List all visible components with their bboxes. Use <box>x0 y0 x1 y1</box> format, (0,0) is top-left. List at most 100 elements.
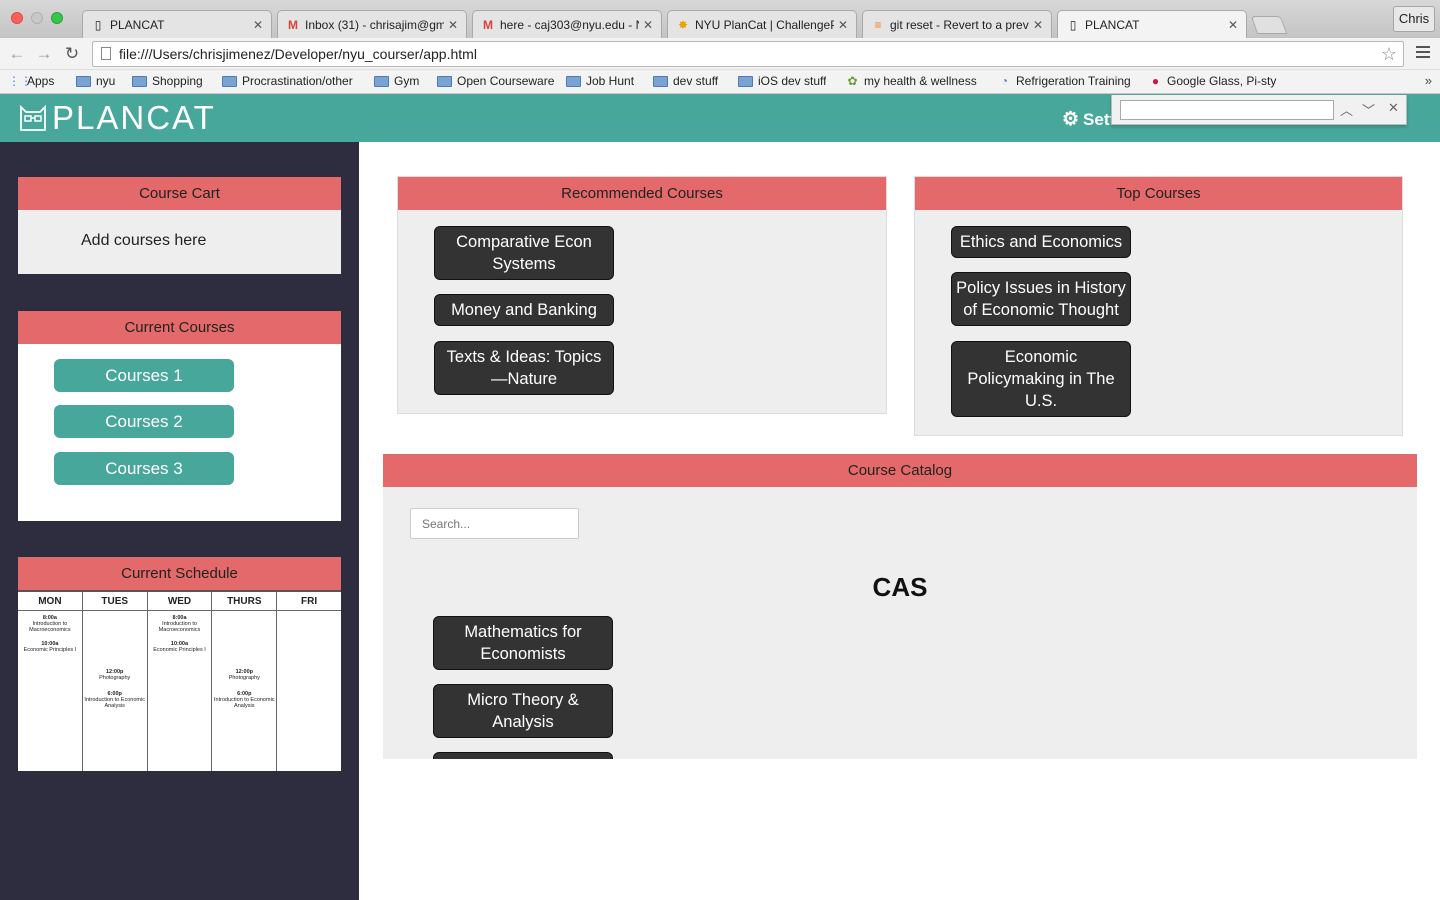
day-name: FRI <box>277 592 341 611</box>
current-course-button[interactable]: Courses 1 <box>54 359 234 392</box>
cart-placeholder: Add courses here <box>81 232 207 249</box>
chevron-up-icon[interactable]: ︿ <box>1340 100 1353 119</box>
bookmark-site[interactable]: ✿ my health & wellness <box>845 74 980 88</box>
event-course: Photography <box>228 675 260 681</box>
new-tab-button[interactable] <box>1250 16 1288 34</box>
back-arrow-icon[interactable]: ← <box>7 44 27 64</box>
browser-toolbar: ← → ↻ file:///Users/chrisjimenez/Develop… <box>0 38 1440 70</box>
schedule-event[interactable]: 12:00p Photography <box>83 669 147 681</box>
course-button[interactable]: Texts & Ideas: Topics —Nature <box>434 341 614 395</box>
more-bookmarks-chevron-icon[interactable]: » <box>1425 73 1432 88</box>
reload-icon[interactable]: ↻ <box>62 44 82 64</box>
course-button[interactable]: Comparative Econ Systems <box>434 226 614 280</box>
close-window-button[interactable] <box>11 12 23 24</box>
course-button[interactable]: Ethics and Economics <box>951 226 1131 258</box>
find-input[interactable] <box>1120 100 1334 120</box>
bookmark-folder[interactable]: Shopping <box>132 74 203 88</box>
bookmark-label: Job Hunt <box>586 74 635 88</box>
close-icon[interactable]: ✕ <box>1033 18 1043 32</box>
bookmark-folder[interactable]: dev stuff <box>653 74 718 88</box>
browser-tab-active[interactable]: ▯ PLANCAT ✕ <box>1057 10 1247 38</box>
forward-arrow-icon[interactable]: → <box>34 44 54 64</box>
current-course-button[interactable]: Courses 2 <box>54 405 234 438</box>
bookmark-site[interactable]: ● Google Glass, Pi-sty <box>1148 74 1282 88</box>
close-icon[interactable]: ✕ <box>448 18 458 32</box>
browser-tab[interactable]: ✸ NYU PlanCat | ChallengeP ✕ <box>667 10 857 38</box>
close-icon[interactable]: ✕ <box>1388 100 1399 116</box>
card-title: Course Catalog <box>383 454 1417 487</box>
tab-title: PLANCAT <box>110 17 165 32</box>
catalog-search-input[interactable] <box>410 508 579 539</box>
logo-text: PLANCAT <box>52 99 216 136</box>
course-button[interactable]: Economic Policymaking in The U.S. <box>951 341 1131 417</box>
recommended-courses-card: Recommended Courses Comparative Econ Sys… <box>397 176 887 414</box>
bookmarks-bar: ⋮⋮ Apps nyu Shopping Procrastination/oth… <box>0 70 1440 94</box>
close-icon[interactable]: ✕ <box>643 18 653 32</box>
browser-tab[interactable]: M here - caj303@nyu.edu - N ✕ <box>472 10 662 38</box>
bookmark-label: Gym <box>394 74 420 88</box>
raspberry-icon: ● <box>1151 74 1160 88</box>
catalog-course-button[interactable]: Micro Theory & Analysis <box>433 684 613 738</box>
close-icon[interactable]: ✕ <box>253 18 263 32</box>
schedule-event[interactable]: 8:00a Introduction to Macroeconomics <box>148 615 212 633</box>
schedule-event[interactable]: 6:00p Introduction to Economic Analysis <box>83 691 147 709</box>
bookmark-folder[interactable]: Job Hunt <box>566 74 634 88</box>
bookmark-site[interactable]: ◔ Refrigeration Training <box>997 74 1132 88</box>
browser-tab[interactable]: ▯ PLANCAT ✕ <box>82 10 272 38</box>
hamburger-menu-icon[interactable] <box>1416 46 1430 61</box>
bookmark-label: Open Courseware <box>457 74 555 88</box>
address-bar[interactable]: file:///Users/chrisjimenez/Developer/nyu… <box>92 41 1404 67</box>
close-icon[interactable]: ✕ <box>838 18 848 32</box>
event-course: Introduction to Macroeconomics <box>158 621 201 633</box>
bookmark-label: Shopping <box>152 74 203 88</box>
event-course: Introduction to Macroeconomics <box>29 621 71 633</box>
profile-button[interactable]: Chris <box>1393 6 1435 32</box>
bookmark-folder[interactable]: Open Courseware <box>437 74 554 88</box>
bookmark-label: iOS dev stuff <box>758 74 827 88</box>
chevron-down-icon[interactable]: ﹀ <box>1362 100 1375 119</box>
schedule-event[interactable]: 10:00a Economic Principles I <box>18 641 82 653</box>
card-title: Top Courses <box>915 177 1402 210</box>
url-text: file:///Users/chrisjimenez/Developer/nyu… <box>119 46 477 62</box>
schedule-event[interactable]: 6:00p Introduction to Economic Analysis <box>212 691 276 709</box>
schedule-event[interactable]: 8:00a Introduction to Macroeconomics <box>18 615 82 633</box>
bookmark-label: Refrigeration Training <box>1016 74 1131 88</box>
apps-grid-icon: ⋮⋮ <box>8 74 32 88</box>
bookmark-label: Apps <box>27 74 55 88</box>
catalog-course-button[interactable]: Mathematics for Economists <box>433 616 613 670</box>
bookmark-folder[interactable]: Gym <box>374 74 419 88</box>
bookmark-star-icon[interactable]: ☆ <box>1381 42 1397 66</box>
close-icon[interactable]: ✕ <box>1228 18 1238 32</box>
page-icon <box>101 47 111 60</box>
tab-title: Inbox (31) - chrisajim@gma <box>305 17 444 32</box>
panel-title: Current Courses <box>18 311 341 344</box>
schedule-event[interactable]: 10:00a Economic Principles I <box>148 641 212 653</box>
schedule-day-tues: TUES 12:00p Photography 6:00p Introduction… <box>81 592 147 771</box>
browser-tabstrip: ▯ PLANCAT ✕ M Inbox (31) - chrisajim@gma… <box>0 0 1440 38</box>
catalog-course-button[interactable] <box>433 752 613 759</box>
current-course-button[interactable]: Courses 3 <box>54 452 234 485</box>
folder-icon <box>437 75 452 87</box>
bookmark-folder[interactable]: nyu <box>76 74 115 88</box>
schedule-day-thurs: THURS 12:00p Photography 6:00p Introductio… <box>211 592 277 771</box>
tab-title: here - caj303@nyu.edu - N <box>500 17 639 32</box>
settings-link[interactable]: ⚙ Sett <box>1062 108 1115 131</box>
bookmark-apps[interactable]: ⋮⋮ Apps <box>8 74 54 88</box>
challengepost-icon: ✸ <box>677 17 689 32</box>
browser-tab[interactable]: ≡ git reset - Revert to a previ ✕ <box>862 10 1052 38</box>
gear-icon: ⚙ <box>1062 109 1080 130</box>
schedule-day-fri: FRI <box>276 592 341 771</box>
day-name: MON <box>18 592 82 611</box>
cart-dropzone[interactable]: Add courses here <box>18 210 341 274</box>
browser-tab[interactable]: M Inbox (31) - chrisajim@gma ✕ <box>277 10 467 38</box>
day-name: WED <box>147 592 212 611</box>
tab-title: git reset - Revert to a previ <box>890 17 1029 32</box>
minimize-window-button[interactable] <box>31 12 43 24</box>
course-button[interactable]: Policy Issues in History of Economic Tho… <box>951 272 1131 326</box>
course-button[interactable]: Money and Banking <box>434 294 614 326</box>
bookmark-folder[interactable]: iOS dev stuff <box>738 74 826 88</box>
zoom-window-button[interactable] <box>51 12 63 24</box>
schedule-event[interactable]: 12:00p Photography <box>212 669 276 681</box>
plancat-logo[interactable]: PLANCAT <box>18 99 216 136</box>
bookmark-folder[interactable]: Procrastination/other <box>222 74 353 88</box>
